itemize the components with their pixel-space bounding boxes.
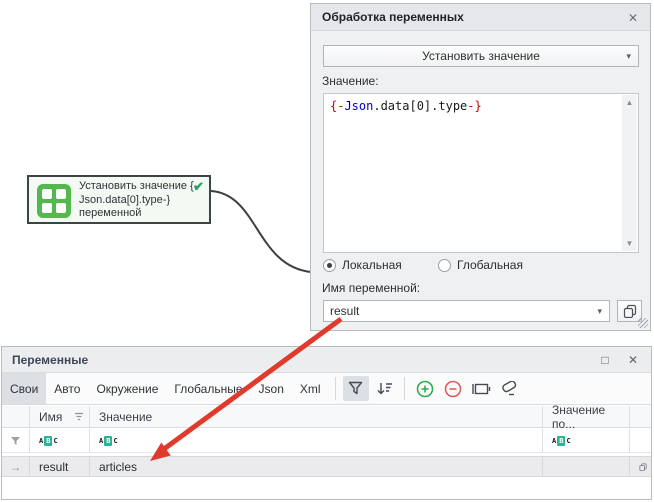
header-value-cell[interactable]: Значение [90,406,543,427]
variable-name-label: Имя переменной: [322,281,420,295]
variable-processing-panel: Обработка переменных ✕ Установить значен… [310,3,651,331]
row-actions-cell [630,457,651,476]
variables-panel: Переменные □ ✕ Свои Авто Окружение Глоба… [1,346,652,500]
radio-local[interactable]: Локальная [323,258,402,272]
plus-circle-icon [416,380,434,398]
close-icon[interactable]: ✕ [624,9,642,27]
scope-radio-group: Локальная Глобальная [323,258,639,274]
clear-variables-button[interactable] [496,376,522,401]
maximize-icon[interactable]: □ [595,351,615,369]
text-filter-icon: ABC [552,436,571,446]
toolbar-separator [335,377,336,400]
row-indicator-cell: → [2,457,30,476]
action-type-dropdown[interactable]: Установить значение ▾ [323,45,639,67]
header-default-cell[interactable]: Значение по... [543,406,630,427]
expression-text: {-Json.data[0].type-} [330,99,482,113]
grid-filter-row: ABC ABC ABC [2,429,651,453]
current-row-arrow-icon: → [10,460,22,474]
radio-global[interactable]: Глобальная [438,258,523,272]
set-value-action-node[interactable]: Установить значение {- Json.data[0].type… [27,175,211,224]
scroll-down-icon[interactable]: ▼ [622,236,637,251]
success-check-icon: ✔ [193,179,204,195]
variable-name-combobox[interactable]: result ▾ [323,300,610,322]
panel-titlebar: Обработка переменных ✕ [311,4,650,31]
filter-filler-cell [630,429,651,452]
variables-title: Переменные [12,353,88,367]
eraser-icon [499,381,518,397]
row-name-cell[interactable]: result [30,457,90,476]
copy-icon[interactable] [639,460,647,474]
header-indicator-cell [2,406,30,427]
variables-grid: Имя Значение Значение по... [2,405,651,499]
sort-descending-icon [375,380,393,397]
remove-variable-button[interactable] [440,376,466,401]
value-textarea[interactable]: {-Json.data[0].type-} ▲ ▼ [323,93,639,253]
chevron-down-icon: ▾ [597,301,602,321]
add-variable-button[interactable] [412,376,438,401]
chevron-down-icon: ▾ [626,46,631,66]
text-filter-icon: ABC [39,436,58,446]
funnel-icon [10,436,21,446]
copy-icon [623,304,637,318]
variables-titlebar: Переменные □ ✕ [2,347,651,373]
funnel-icon [347,380,364,397]
filter-indicator-cell [2,429,30,452]
rename-box-icon [471,381,491,397]
row-value-cell[interactable]: articles [90,457,543,476]
tab-xml[interactable]: Xml [292,373,329,404]
tab-json[interactable]: Json [251,373,292,404]
filter-name-cell[interactable]: ABC [30,429,90,452]
scroll-up-icon[interactable]: ▲ [622,95,637,110]
filter-value-cell[interactable]: ABC [90,429,543,452]
variables-tabbar: Свои Авто Окружение Глобальные Json Xml [2,373,651,405]
variables-grid-icon [37,184,71,218]
panel-title: Обработка переменных [322,10,464,24]
tab-okruzhenie[interactable]: Окружение [88,373,166,404]
rename-variable-button[interactable] [468,376,494,401]
text-filter-icon: ABC [99,436,118,446]
header-name-cell[interactable]: Имя [30,406,90,427]
tab-avto[interactable]: Авто [46,373,88,404]
value-label: Значение: [322,74,379,88]
header-filler-cell [630,406,651,427]
column-menu-icon[interactable] [74,412,84,421]
node-title: Установить значение {- Json.data[0].type… [79,180,201,221]
table-row[interactable]: → result articles [2,456,651,477]
tab-svoi[interactable]: Свои [2,373,46,404]
grid-header-row: Имя Значение Значение по... [2,406,651,428]
filter-button[interactable] [343,376,369,401]
toolbar-separator [404,377,405,400]
tab-globalnye[interactable]: Глобальные [166,373,250,404]
close-icon[interactable]: ✕ [623,351,643,369]
vertical-scrollbar[interactable]: ▲ ▼ [622,95,637,251]
row-default-cell[interactable] [543,457,630,476]
minus-circle-icon [444,380,462,398]
app-canvas: Установить значение {- Json.data[0].type… [0,0,654,502]
sort-button[interactable] [371,376,397,401]
radio-selected-icon [323,259,336,272]
panel-resize-grip[interactable] [638,318,648,328]
filter-default-cell[interactable]: ABC [543,429,630,452]
radio-unselected-icon [438,259,451,272]
